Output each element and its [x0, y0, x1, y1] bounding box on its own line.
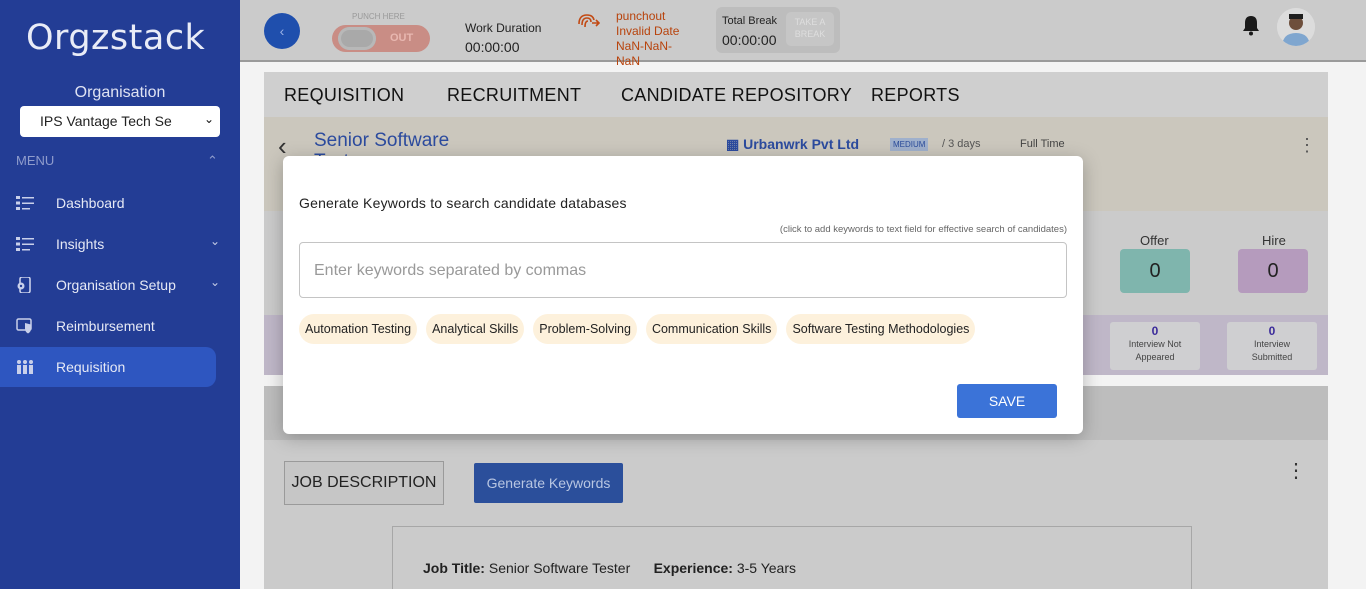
priority-badge: MEDIUM — [890, 138, 929, 151]
stat-label-offer: Offer — [1140, 233, 1169, 248]
modal-hint: (click to add keywords to text field for… — [779, 224, 1067, 235]
organisation-label: Organisation — [74, 84, 166, 101]
interview-not-appeared[interactable]: 0 Interview Not Appeared — [1110, 322, 1200, 370]
more-options-icon[interactable]: ⋮ — [1286, 458, 1306, 483]
sidebar-item-label: Requisition — [56, 359, 126, 375]
stat-offer-value[interactable]: 0 — [1120, 249, 1190, 293]
employment-type: Full Time — [1020, 138, 1065, 150]
work-duration-label: Work Duration — [465, 21, 542, 35]
punchout-info: punchout Invalid Date NaN-NaN- NaN — [616, 9, 696, 69]
keywords-input[interactable]: Enter keywords separated by commas — [299, 242, 1067, 298]
company-name-label: Urbanwrk Pvt Ltd — [743, 136, 860, 152]
avatar[interactable] — [1277, 8, 1315, 46]
menu-section-label: MENU — [16, 153, 55, 168]
work-duration-value: 00:00:00 — [465, 39, 520, 55]
keyword-chip[interactable]: Analytical Skills — [426, 314, 525, 344]
sidebar-item-reimbursement[interactable]: Reimbursement — [0, 306, 216, 346]
tab-job-description[interactable]: JOB DESCRIPTION — [284, 461, 444, 505]
interview-count: 0 — [1151, 324, 1159, 338]
job-description-box: Job Title: Senior Software Tester Experi… — [392, 526, 1192, 589]
list-icon — [16, 237, 34, 251]
more-options-icon[interactable]: ⋮ — [1298, 135, 1316, 156]
job-days: / 3 days — [942, 138, 981, 150]
tab-recruitment[interactable]: RECRUITMENT — [447, 85, 581, 106]
people-icon — [17, 360, 33, 374]
keyword-chip[interactable]: Communication Skills — [645, 314, 778, 344]
generate-keywords-modal: Generate Keywords to search candidate da… — [283, 156, 1083, 434]
user-avatar-icon — [1277, 8, 1315, 46]
keyword-chip[interactable]: Software Testing Methodologies — [786, 314, 976, 344]
total-break-label: Total Break — [722, 15, 778, 27]
chevron-down-icon: ⌄ — [203, 112, 214, 126]
sidebar-item-label: Insights — [56, 236, 105, 252]
main-tabs: REQUISITION RECRUITMENT CANDIDATE REPOSI… — [264, 72, 1328, 117]
sidebar-item-requisition[interactable]: Requisition — [0, 347, 216, 387]
tab-requisition[interactable]: REQUISITION — [284, 85, 404, 106]
collapse-sidebar-button[interactable]: ‹ — [264, 13, 300, 49]
chevron-up-icon[interactable]: ⌃ — [207, 153, 218, 169]
keyword-chip[interactable]: Problem-Solving — [533, 314, 637, 344]
building-icon: ▦ — [726, 136, 740, 152]
top-bar: ‹ PUNCH HERE OUT Work Duration 00:00:00 … — [240, 0, 1366, 68]
job-title: Senior Software — [314, 130, 450, 151]
stat-label-hire: Hire — [1262, 233, 1286, 248]
fingerprint-icon — [578, 14, 600, 28]
tab-reports[interactable]: REPORTS — [871, 85, 960, 106]
modal-title: Generate Keywords to search candidate da… — [299, 195, 627, 211]
list-icon — [16, 196, 34, 210]
keyword-chip[interactable]: Automation Testing — [299, 314, 418, 344]
sidebar-item-label: Organisation Setup — [56, 277, 176, 293]
job-summary-line: Job Title: Senior Software Tester Experi… — [423, 560, 796, 576]
sidebar: Orgzstack Organisation IPS Vantage Tech … — [0, 0, 240, 589]
generate-keywords-button[interactable]: Generate Keywords — [474, 463, 623, 503]
job-title-value: Senior Software Tester — [488, 560, 631, 576]
sidebar-item-dashboard[interactable]: Dashboard — [0, 183, 216, 223]
interview-label: Interview Not — [1128, 339, 1182, 349]
interview-submitted[interactable]: 0 Interview Submitted — [1227, 322, 1317, 370]
punch-state-label: OUT — [390, 32, 414, 44]
experience-value: 3-5 Years — [736, 560, 797, 576]
interview-label: Appeared — [1135, 352, 1175, 362]
company-name: ▦ Urbanwrk Pvt Ltd — [726, 136, 859, 153]
job-description-section: JOB DESCRIPTION Generate Keywords ⋮ Job … — [264, 440, 1328, 589]
tab-candidate-repository[interactable]: CANDIDATE REPOSITORY — [621, 85, 852, 106]
job-title-label: Job Title: — [423, 560, 485, 576]
punch-here-label: PUNCH HERE — [352, 12, 405, 21]
interview-label: Submitted — [1251, 352, 1293, 362]
take-break-button[interactable]: TAKE A BREAK — [786, 12, 834, 46]
shield-money-icon — [16, 318, 32, 334]
punchout-line: NaN-NaN- — [616, 39, 673, 53]
punch-toggle[interactable]: OUT — [332, 25, 430, 52]
sidebar-item-label: Dashboard — [56, 195, 125, 211]
total-break-panel: Total Break 00:00:00 TAKE A BREAK — [716, 7, 840, 53]
save-button[interactable]: SAVE — [957, 384, 1057, 418]
bell-icon[interactable] — [1241, 14, 1261, 36]
chevron-down-icon: ⌄ — [209, 234, 220, 248]
keyword-chips: Automation Testing Analytical Skills Pro… — [299, 314, 976, 344]
punchout-line: punchout — [616, 9, 666, 23]
experience-label: Experience: — [653, 560, 733, 576]
chevron-down-icon: ⌄ — [209, 275, 220, 289]
interview-label: Interview — [1253, 339, 1290, 349]
sidebar-item-insights[interactable]: Insights ⌄ — [0, 224, 220, 264]
device-gear-icon — [17, 277, 31, 293]
app-logo: Orgzstack — [26, 18, 206, 58]
organisation-select[interactable]: IPS Vantage Tech Se ⌄ — [20, 106, 220, 137]
organisation-selected-value: IPS Vantage Tech Se — [40, 113, 172, 129]
interview-count: 0 — [1268, 324, 1276, 338]
punchout-line: NaN — [616, 54, 641, 68]
sidebar-item-organisation-setup[interactable]: Organisation Setup ⌄ — [0, 265, 220, 305]
stat-hire-value[interactable]: 0 — [1238, 249, 1308, 293]
punch-toggle-knob — [338, 27, 376, 50]
punchout-line: Invalid Date — [616, 24, 680, 38]
total-break-value: 00:00:00 — [722, 32, 777, 48]
sidebar-item-label: Reimbursement — [56, 318, 155, 334]
